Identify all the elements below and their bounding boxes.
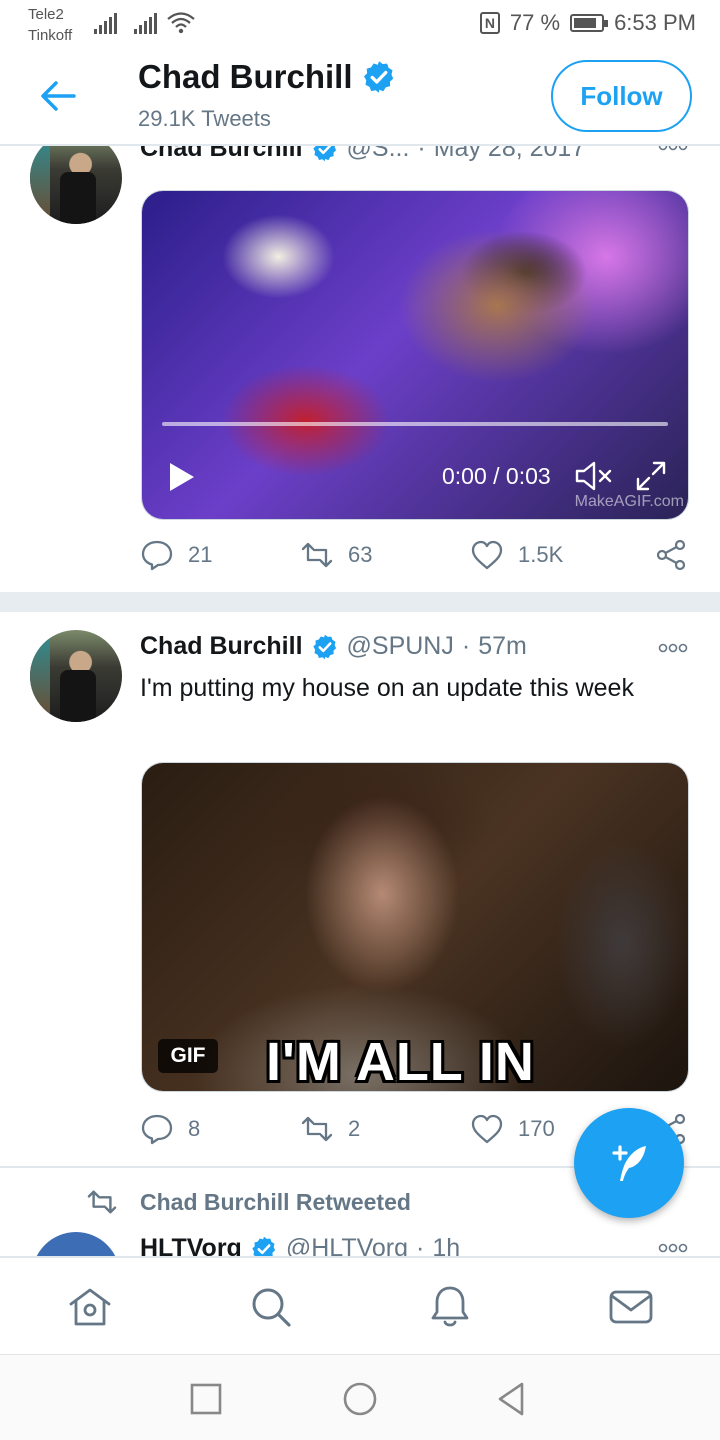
header-name: Chad Burchill (138, 58, 397, 96)
tweet-meta: HLTVorg @HLTVorg · 1h (140, 1234, 460, 1256)
play-icon[interactable] (168, 461, 196, 493)
back-arrow-icon[interactable] (38, 78, 78, 114)
messages-icon[interactable] (608, 1284, 654, 1330)
video-progress-bar[interactable] (162, 422, 668, 426)
like-count: 170 (518, 1116, 555, 1141)
retweet-action[interactable]: 2 (300, 1112, 360, 1146)
verified-icon (363, 61, 393, 93)
home-icon[interactable] (67, 1284, 113, 1330)
tweet-meta: Chad Burchill @SPUNJ · 57m (140, 632, 527, 661)
more-icon[interactable] (658, 1242, 688, 1254)
verified-icon (312, 634, 336, 659)
video-watermark: MakeAGIF.com (574, 493, 684, 510)
reply-action[interactable]: 21 (140, 538, 212, 572)
header-name-text: Chad Burchill (138, 58, 353, 95)
like-icon (471, 1114, 503, 1144)
like-action[interactable]: 1.5K (470, 538, 563, 572)
nfc-icon: N (479, 12, 500, 34)
reply-action[interactable]: 8 (140, 1112, 200, 1146)
retweet-count: 2 (348, 1116, 361, 1141)
reply-icon (141, 540, 173, 571)
reply-icon (141, 1114, 173, 1145)
meta-dot: · (461, 632, 471, 660)
battery-percent: 77 % (509, 10, 561, 35)
tweet-handle: @HLTVorg (285, 1234, 409, 1256)
tweet-actions: 21 63 1.5K (140, 538, 690, 574)
avatar[interactable] (30, 630, 122, 722)
bottom-tab-bar (0, 1256, 720, 1354)
carrier-2: Tinkoff (28, 27, 73, 44)
wifi-icon (167, 12, 195, 34)
compose-icon (612, 1145, 646, 1181)
reply-count: 21 (188, 542, 213, 567)
meta-dot: · (416, 1234, 425, 1256)
gif-badge: GIF (158, 1039, 218, 1073)
like-icon (471, 540, 503, 570)
tweet-gif[interactable]: Chad Burchill @SPUNJ · 57m I'm putting m… (0, 612, 720, 1168)
profile-header: Chad Burchill 29.1K Tweets Follow (0, 50, 720, 146)
mute-icon[interactable] (574, 459, 614, 493)
retweet-icon (301, 1116, 333, 1142)
tweet-author-name[interactable]: Chad Burchill (140, 632, 303, 661)
signal-icon (94, 12, 117, 34)
status-bar: Tele2 Tinkoff N 77 % 6:53 PM (0, 0, 720, 50)
retweet-count: 63 (348, 542, 373, 567)
like-count: 1.5K (518, 542, 564, 567)
follow-button[interactable]: Follow (551, 60, 692, 132)
signal-icon-2 (134, 12, 157, 34)
tweet-text: I'm putting my house on an update this w… (140, 674, 634, 702)
retweet-icon (87, 1190, 117, 1214)
notifications-icon[interactable] (427, 1284, 473, 1330)
recents-icon[interactable] (188, 1381, 224, 1417)
status-right: N 77 % 6:53 PM (479, 10, 696, 36)
video-player[interactable]: 0:00 / 0:03 MakeAGIF.com (141, 190, 689, 520)
system-nav-bar (0, 1354, 720, 1440)
retweeted-by-line: Chad Burchill Retweeted (86, 1188, 411, 1216)
search-icon[interactable] (248, 1284, 294, 1330)
tweet-video[interactable]: Chad Burchill @S... · May 28, 2017 0:00 … (0, 132, 720, 592)
carrier-1: Tele2 (28, 6, 64, 23)
home-nav-icon[interactable] (342, 1381, 378, 1417)
retweet-icon (301, 542, 333, 568)
timeline-separator (0, 592, 720, 612)
share-action[interactable] (654, 538, 688, 572)
expand-icon[interactable] (634, 459, 668, 493)
retweet-action[interactable]: 63 (300, 538, 372, 572)
back-nav-icon[interactable] (494, 1381, 530, 1417)
avatar[interactable] (32, 1232, 120, 1256)
gif-media[interactable]: GIF I'M ALL IN (141, 762, 689, 1092)
carrier-labels: Tele2 Tinkoff (28, 4, 72, 46)
more-icon[interactable] (658, 642, 688, 654)
like-action[interactable]: 170 (470, 1112, 555, 1146)
video-time: 0:00 / 0:03 (442, 463, 551, 489)
gif-caption: I'M ALL IN (266, 1032, 535, 1092)
battery-icon (570, 14, 609, 32)
tweet-count: 29.1K Tweets (138, 106, 271, 131)
tweet-hltv[interactable]: HLTVorg @HLTVorg · 1h (0, 1226, 720, 1256)
tweet-author-name[interactable]: HLTVorg (140, 1234, 242, 1256)
verified-icon (252, 1236, 275, 1256)
retweeted-by-text: Chad Burchill Retweeted (140, 1188, 411, 1215)
tweet-handle: @SPUNJ (346, 632, 454, 660)
compose-tweet-button[interactable] (574, 1108, 684, 1218)
tweet-time: 57m (478, 632, 527, 660)
tweet-time: 1h (432, 1234, 461, 1256)
reply-count: 8 (188, 1116, 201, 1141)
clock: 6:53 PM (614, 10, 696, 35)
share-icon (656, 539, 686, 571)
